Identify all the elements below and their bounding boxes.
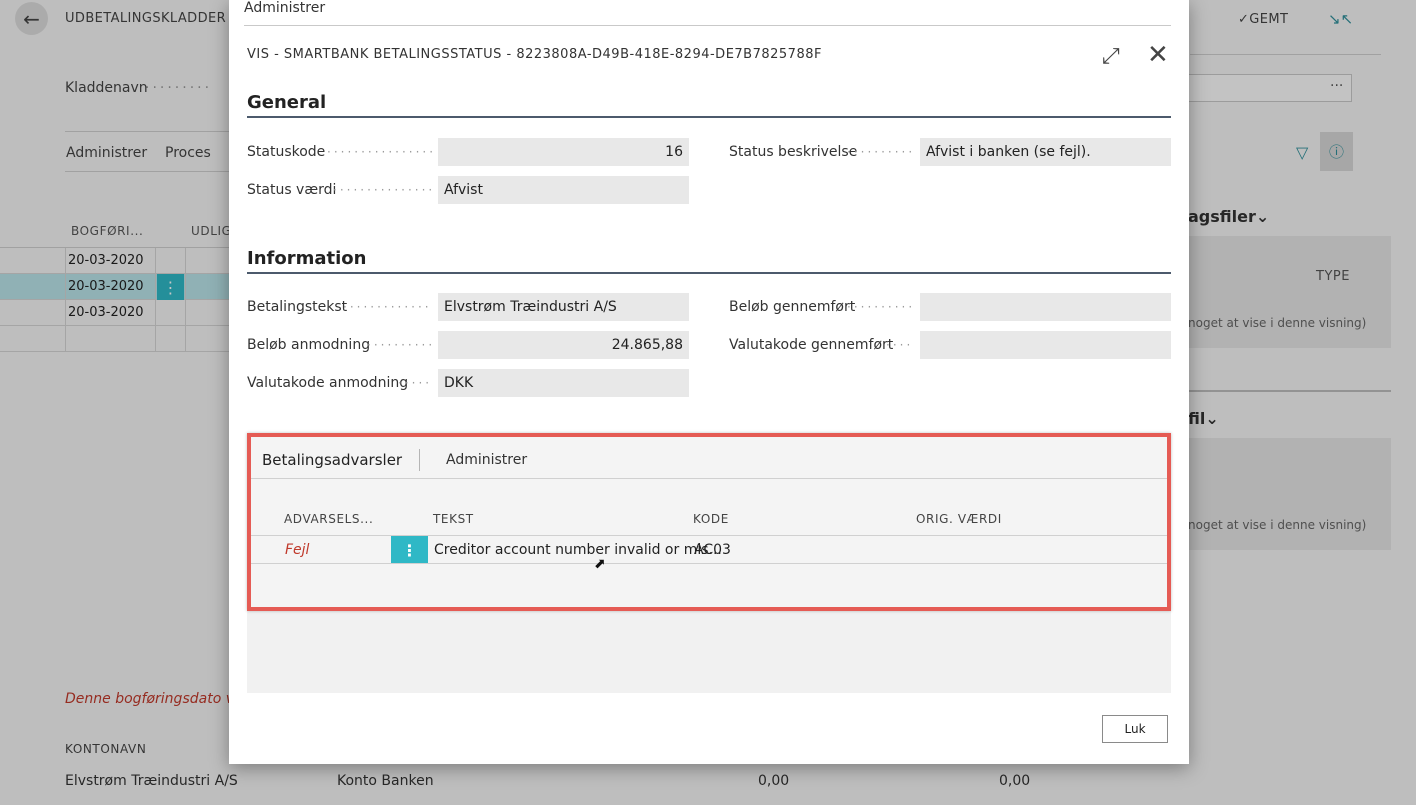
betalingstekst-label: Betalingstekst	[247, 299, 348, 315]
statuskode-label: Statuskode	[247, 144, 326, 160]
warning-code-cell[interactable]: AC03	[694, 542, 731, 558]
leader-dots: ··················	[333, 183, 432, 197]
leader-dots: ···················	[327, 145, 432, 159]
close-button[interactable]: Luk	[1102, 715, 1168, 743]
column-header-orig-vaerdi[interactable]: ORIG. VÆRDI	[916, 512, 1002, 526]
belob-anmodning-label: Beløb anmodning	[247, 337, 371, 353]
tab-betalingsadvarsler[interactable]: Betalingsadvarsler	[262, 451, 402, 469]
expand-icon[interactable]: ⤢	[1102, 44, 1120, 69]
leader-dots: ·····	[886, 338, 913, 352]
betalingstekst-field[interactable]: Elvstrøm Træindustri A/S	[438, 293, 689, 321]
status-beskrivelse-field[interactable]: Afvist i banken (se fejl).	[920, 138, 1171, 166]
information-section-line	[247, 272, 1171, 274]
tab-separator	[419, 449, 420, 471]
valutakode-gennemfort-label: Valutakode gennemført	[729, 337, 894, 353]
information-section-title[interactable]: Information	[247, 248, 366, 269]
leader-dots: ··············	[847, 145, 913, 159]
warning-text-cell[interactable]: Creditor account number invalid or mis..…	[434, 542, 722, 558]
belob-gennemfort-label: Beløb gennemført	[729, 299, 856, 315]
status-beskrivelse-label: Status beskrivelse	[729, 144, 858, 160]
status-vaerdi-field[interactable]: Afvist	[438, 176, 689, 204]
close-icon[interactable]: ✕	[1147, 42, 1169, 68]
part-header-line	[251, 478, 1167, 479]
general-section-title[interactable]: General	[247, 92, 326, 113]
grid-header-line	[251, 535, 1167, 536]
general-section-line	[247, 116, 1171, 118]
column-header-advarselstype[interactable]: ADVARSELS...	[284, 512, 373, 526]
valutakode-anmodning-label: Valutakode anmodning	[247, 375, 409, 391]
column-header-kode[interactable]: KODE	[693, 512, 729, 526]
grid-row-line	[251, 563, 1167, 564]
dialog-administrer-action[interactable]: Administrer	[244, 0, 325, 16]
leader-dots: ······	[398, 376, 432, 390]
dialog-top-divider	[244, 25, 1171, 26]
belob-gennemfort-field[interactable]	[920, 293, 1171, 321]
mouse-cursor-icon: ⬈	[594, 556, 606, 572]
leader-dots: ············	[367, 338, 432, 352]
payment-status-dialog: Administrer VIS - SMARTBANK BETALINGSSTA…	[229, 0, 1189, 764]
leader-dots: ··············	[847, 300, 913, 314]
leader-dots: ················	[343, 300, 432, 314]
column-header-tekst[interactable]: TEKST	[433, 512, 474, 526]
belob-anmodning-field[interactable]: 24.865,88	[438, 331, 689, 359]
dialog-title: VIS - SMARTBANK BETALINGSSTATUS - 822380…	[247, 47, 822, 62]
warnings-administrer-action[interactable]: Administrer	[446, 452, 527, 468]
status-vaerdi-label: Status værdi	[247, 182, 337, 198]
warning-type-cell[interactable]: Fejl	[285, 542, 309, 558]
statuskode-field[interactable]: 16	[438, 138, 689, 166]
valutakode-anmodning-field[interactable]: DKK	[438, 369, 689, 397]
valutakode-gennemfort-field[interactable]	[920, 331, 1171, 359]
row-actions-icon[interactable]: ⋮	[391, 536, 428, 564]
